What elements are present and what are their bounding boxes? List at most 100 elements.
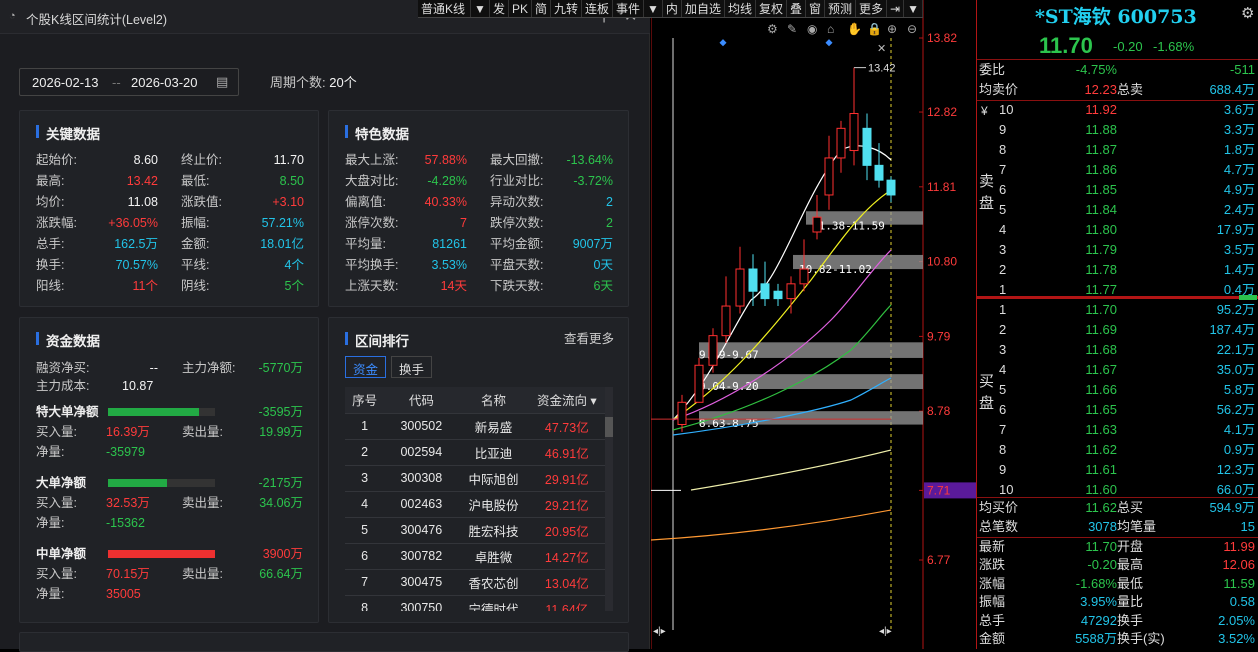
price-tick: 6.77 [927,553,951,567]
toolbar-item-7[interactable]: 事件 [613,0,645,17]
level-price: 11.65 [1085,402,1117,417]
price-change-pct: -1.68% [1153,39,1195,54]
gear-icon[interactable]: ⚙ [1241,4,1254,22]
level: 9 [999,122,1007,137]
level: 6 [999,402,1007,417]
price-change: -0.20 [1113,39,1143,54]
weibi-row: 委比 -4.75% -511 [979,62,1255,77]
level-price: 11.63 [1085,422,1117,437]
rank-header-2[interactable]: 名称 [458,387,529,414]
level-volume: 5.8万 [1223,382,1255,397]
toolbar-item-9[interactable]: 内 [663,0,682,17]
stat-row: 涨幅 -1.68% 最低 11.59 [977,575,1258,593]
date-range-picker[interactable]: 2026-02-13 -- 2026-03-20 ▤ [19,68,239,96]
ask-row: 5 11.84 2.4万 [977,200,1258,220]
price-tick: 8.78 [927,404,951,418]
rank-cell: 卓胜微 [458,543,529,570]
rank-header-1[interactable]: 代码 [384,387,459,414]
feature-value: -4.28% [427,174,467,188]
calendar-icon[interactable]: ▤ [216,74,228,90]
toolbar-item-10[interactable]: 加自选 [682,0,725,17]
rank-cell: 11.64亿 [528,595,605,611]
rank-cell: 沪电股份 [458,491,529,518]
toolbar-item-11[interactable]: 均线 [725,0,756,17]
level-price: 11.69 [1085,322,1117,337]
level-volume: 1.4万 [1223,262,1255,277]
toolbar-item-14[interactable]: 窗 [806,0,826,17]
candle-body [760,283,770,300]
toolbar-item-1[interactable]: ▼ [471,0,490,17]
table-row[interactable]: 1 300502 新易盛 47.73亿 [345,413,605,440]
rank-cell: 比亚迪 [458,439,529,466]
view-more-link[interactable]: 查看更多 [564,330,614,348]
key-value: 5个 [284,279,304,293]
rank-cell: 002463 [384,491,459,518]
toolbar-item-0[interactable]: 普通K线 [418,0,472,17]
kline-svg[interactable]: ⚙ ✎ ◉ ⌂ ✋ 🔒 ⊕ ⊖ ✕ 13.82 12.82 11.81 10.80 9.79 8.78 7.7… [650,0,976,649]
chart-tool-icon: ⚙ [767,22,778,36]
rank-header-0[interactable]: 序号 [345,387,385,414]
candle-body [708,335,718,366]
tab-turnover[interactable]: 换手 [391,356,433,378]
table-row[interactable]: 2 002594 比亚迪 46.91亿 [345,439,605,466]
toolbar-item-18[interactable]: ▼ [904,0,923,17]
rank-table-wrap: 序号 代码 名称 资金流向 ▾ 1 300502 新易盛 47.73亿 2 002594 比亚迪 4… [345,387,613,611]
feature-data-card: 特色数据 最大上涨: 57.88% 最大回撤: -13.64% 大盘对比: -4.28% 行… [328,110,629,307]
toolbar-item-6[interactable]: 连板 [582,0,614,17]
level-volume: 35.0万 [1216,362,1255,377]
tab-fund[interactable]: 资金 [345,356,387,378]
key-value: 18.01亿 [260,237,304,251]
toolbar-item-13[interactable]: 叠 [787,0,806,17]
high-marker-label: 13.42 [868,63,896,75]
key-label: 金额: [181,237,210,251]
level-volume: 2.4万 [1223,202,1255,217]
toolbar-item-5[interactable]: 九转 [551,0,582,17]
rank-cell: 002594 [384,439,459,466]
range-handle-left: ◂|▸ [653,626,666,637]
ask-row: 8 11.87 1.8万 [977,140,1258,160]
toolbar-item-17[interactable]: ⇥ [887,0,905,17]
bid-row: 3 11.68 22.1万 [977,340,1258,360]
scrollbar[interactable] [605,387,613,611]
bid-row: 6 11.65 56.2万 [977,400,1258,420]
stat-label: 开盘 [1117,539,1144,554]
rank-cell: 5 [345,517,385,544]
key-value: 4个 [284,258,304,272]
level: 6 [999,182,1007,197]
table-row[interactable]: 5 300476 胜宏科技 20.95亿 [345,517,605,544]
toolbar-item-15[interactable]: 预测 [825,0,857,17]
zone-label: 9.49-9.67 [699,348,759,361]
table-row[interactable]: 3 300308 中际旭创 29.91亿 [345,465,605,492]
table-row[interactable]: 7 300475 香农芯创 13.04亿 [345,569,605,596]
rank-header-3[interactable]: 资金流向 ▾ [528,387,605,414]
key-label: 涨跌幅: [36,216,77,230]
key-value: +36.05% [108,216,158,230]
fund-data-title: 资金数据 [36,330,100,350]
main-cost-value: 10.87 [122,379,154,393]
buy-volume: 70.15万 [106,567,150,581]
toolbar-item-4[interactable]: 简 [532,0,551,17]
toolbar-item-3[interactable]: PK [509,0,532,17]
key-label: 最低: [181,174,210,188]
feature-value: 3.53% [431,258,467,272]
stat-label: 涨幅 [979,575,1006,591]
table-row[interactable]: 4 002463 沪电股份 29.21亿 [345,491,605,518]
table-row[interactable]: 6 300782 卓胜微 14.27亿 [345,543,605,570]
sell-volume: 66.64万 [259,567,303,581]
rank-cell: 300502 [384,413,459,440]
table-row[interactable]: 8 300750 宁德时代 11.64亿 [345,595,605,611]
level-volume: 3.3万 [1223,122,1255,137]
toolbar-item-2[interactable]: 发 [490,0,509,17]
rank-card: 区间排行 查看更多 资金 换手 序号 代码 名称 资金流向 ▾ 1 300502 新易盛 4… [328,317,629,623]
rank-cell: 300308 [384,465,459,492]
kline-chart[interactable]: ⚙ ✎ ◉ ⌂ ✋ 🔒 ⊕ ⊖ ✕ 13.82 12.82 11.81 10.80 9.79 8.78 7.7… [650,0,976,649]
level-price: 11.79 [1085,242,1117,257]
toolbar-item-8[interactable]: ▼ [644,0,663,17]
ask-row: 3 11.79 3.5万 [977,240,1258,260]
last-price: 11.70 [1039,33,1093,58]
sell-volume: 34.06万 [259,496,303,510]
fund-bar [108,550,215,558]
toolbar-item-12[interactable]: 复权 [756,0,787,17]
toolbar-item-16[interactable]: 更多 [856,0,888,17]
net-volume-label: 净量: [36,516,65,530]
